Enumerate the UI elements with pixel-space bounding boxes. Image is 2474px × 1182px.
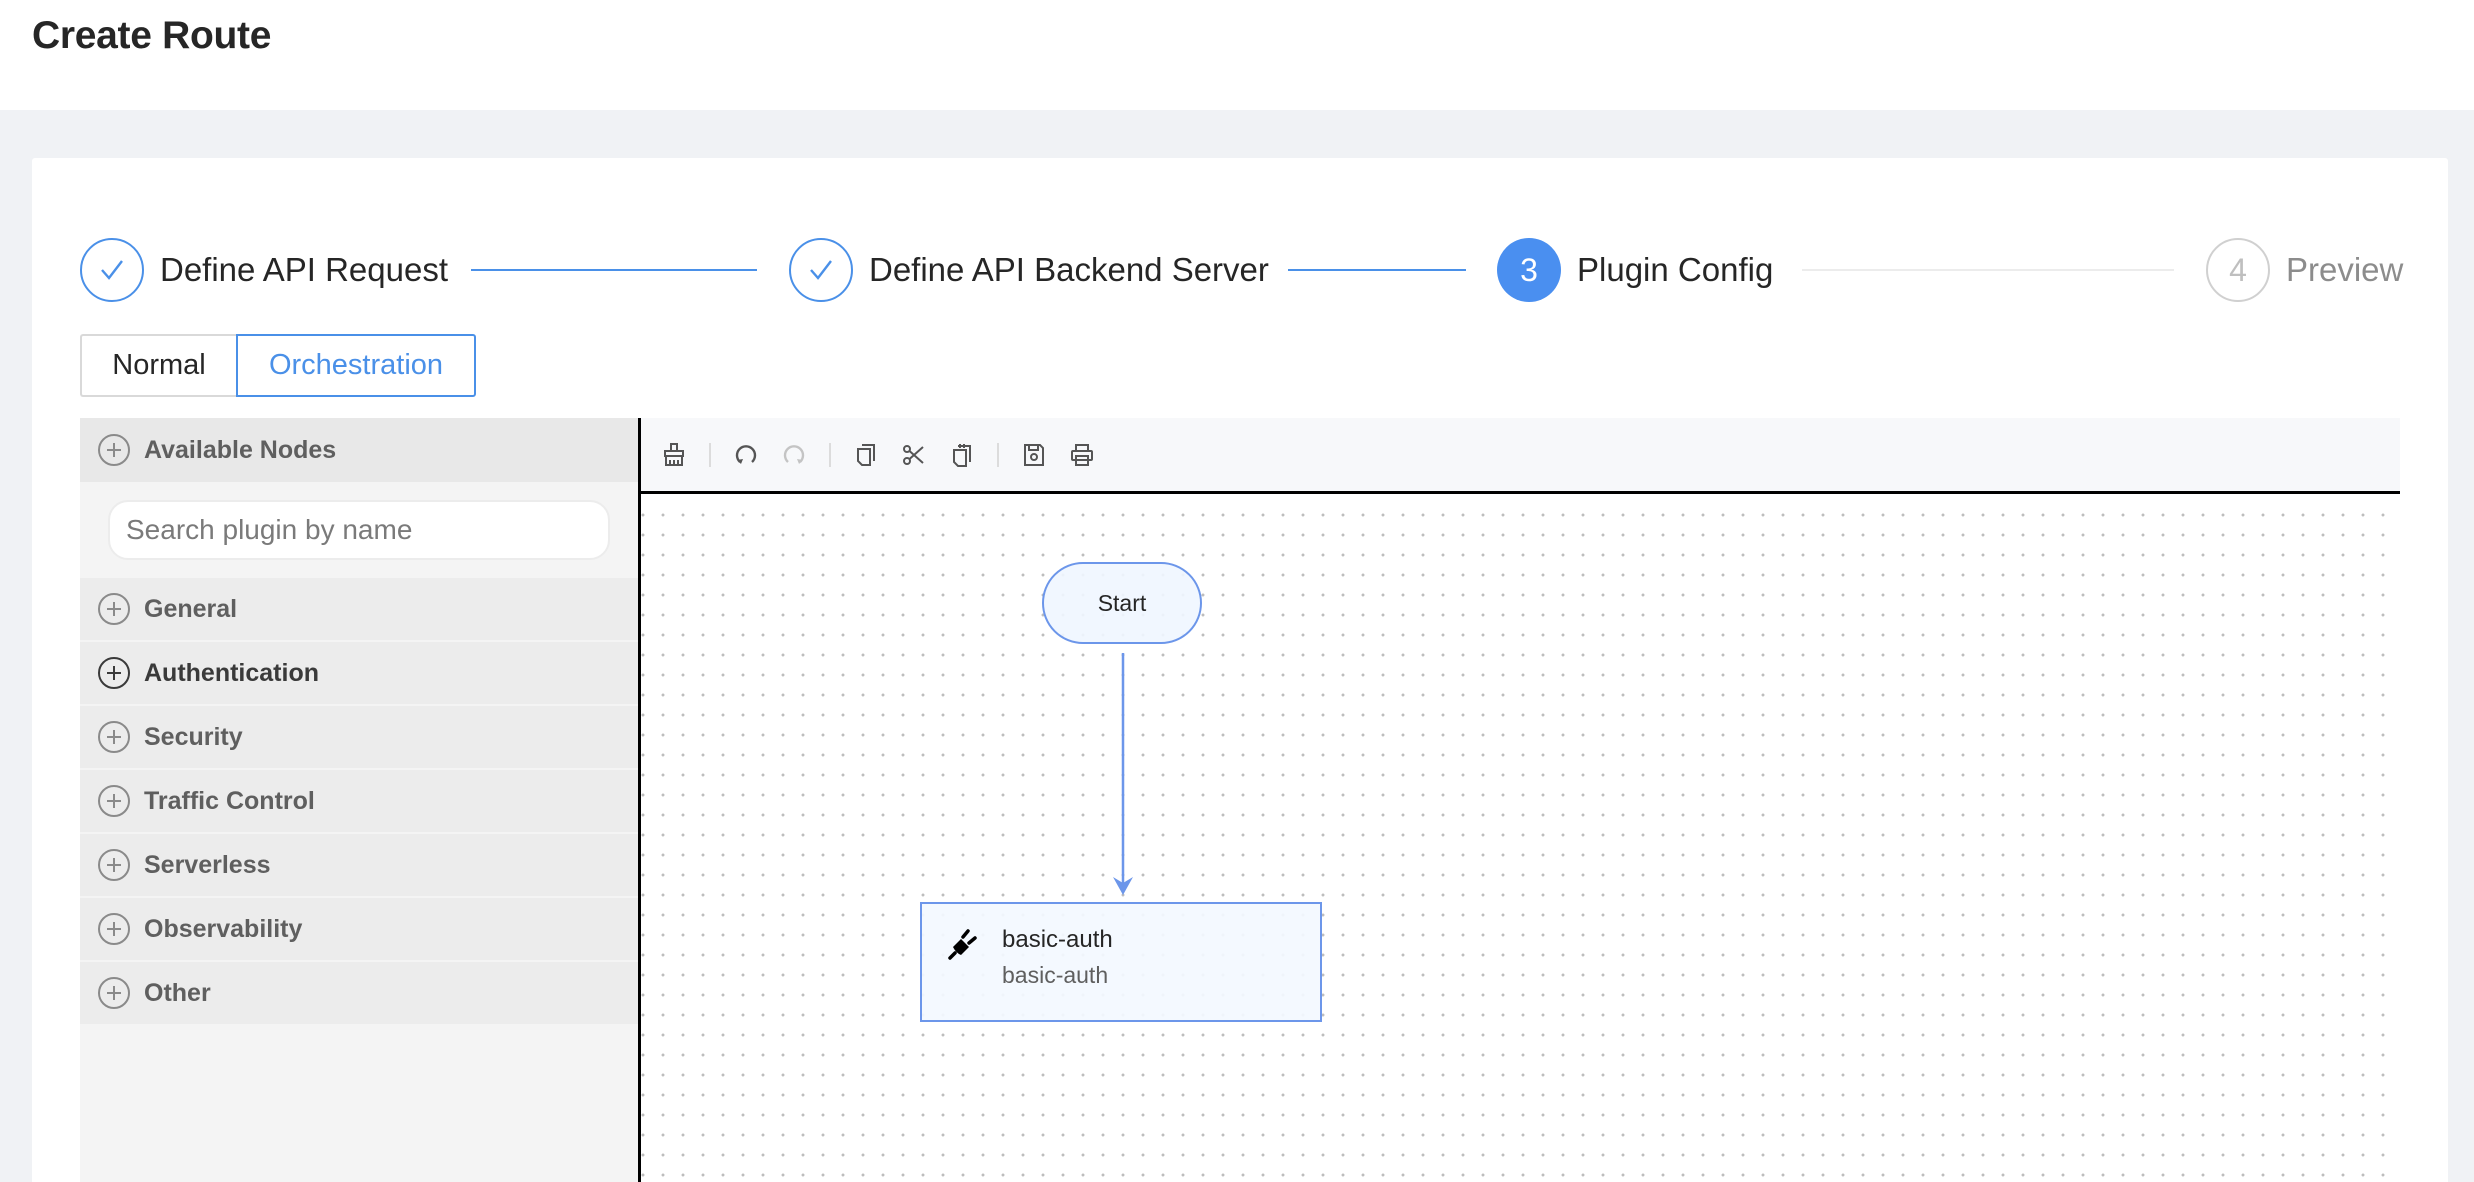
mode-orchestration-button[interactable]: Orchestration (236, 334, 476, 397)
step-connector (1288, 269, 1466, 271)
category-label: Serverless (144, 850, 271, 879)
clear-button[interactable] (657, 438, 691, 472)
step-connector (471, 269, 757, 271)
step-connector (1802, 269, 2174, 271)
print-button[interactable] (1065, 438, 1099, 472)
mode-normal-button[interactable]: Normal (80, 334, 236, 397)
step-number: 4 (2206, 238, 2270, 302)
page-title: Create Route (32, 14, 272, 57)
category-observability[interactable]: Observability (80, 898, 638, 960)
toolbar-divider (829, 442, 831, 467)
undo-icon (735, 444, 757, 464)
category-label: Other (144, 978, 211, 1007)
toolbar-divider (997, 442, 999, 467)
paste-icon (953, 443, 971, 467)
category-label: Traffic Control (144, 786, 315, 815)
page-header: Create Route (0, 0, 2474, 110)
flow-canvas[interactable]: Start basic-auth basic-auth (641, 497, 2400, 1182)
arrow-head-icon (1113, 877, 1133, 895)
category-authentication[interactable]: Authentication (80, 642, 638, 704)
paste-button[interactable] (945, 438, 979, 472)
check-icon (789, 238, 853, 302)
save-button[interactable] (1017, 438, 1051, 472)
check-icon (80, 238, 144, 302)
available-nodes-header[interactable]: Available Nodes (80, 418, 638, 482)
editor-toolbar (641, 418, 2400, 494)
step-title: Define API Request (160, 251, 449, 288)
step-title: Plugin Config (1577, 251, 1774, 288)
category-label: Security (144, 722, 243, 751)
edge-start-to-basic-auth (1113, 653, 1133, 895)
plus-circle-icon (98, 913, 130, 945)
step-plugin-config: 3 Plugin Config (1497, 238, 1773, 302)
step-number: 3 (1497, 238, 1561, 302)
redo-button[interactable] (777, 438, 811, 472)
category-general[interactable]: General (80, 578, 638, 640)
flow-editor: Start basic-auth basic-auth (638, 418, 2400, 1182)
redo-icon (783, 444, 805, 464)
plugin-node-basic-auth[interactable]: basic-auth basic-auth (920, 902, 1322, 1022)
plus-circle-icon (98, 657, 130, 689)
available-nodes-label: Available Nodes (144, 435, 337, 464)
plus-circle-icon (98, 721, 130, 753)
broom-icon (664, 442, 684, 466)
category-serverless[interactable]: Serverless (80, 834, 638, 896)
category-security[interactable]: Security (80, 706, 638, 768)
plus-circle-icon (98, 977, 130, 1009)
plugin-search-input[interactable] (108, 500, 610, 560)
cut-button[interactable] (897, 438, 931, 472)
step-title: Define API Backend Server (869, 251, 1269, 288)
plus-circle-icon (98, 434, 130, 466)
step-define-api-request: Define API Request (80, 238, 448, 302)
available-nodes-panel: Available Nodes General Authentication S… (80, 418, 638, 1182)
plus-circle-icon (98, 849, 130, 881)
category-label: Authentication (144, 658, 319, 687)
save-icon (1024, 443, 1044, 466)
start-node[interactable]: Start (1042, 562, 1202, 644)
step-title: Preview (2286, 251, 2404, 288)
toolbar-divider (709, 442, 711, 467)
plugin-node-subtitle: basic-auth (1002, 962, 1109, 988)
step-define-api-backend-server: Define API Backend Server (789, 238, 1269, 302)
category-other[interactable]: Other (80, 962, 638, 1024)
undo-button[interactable] (729, 438, 763, 472)
step-preview: 4 Preview (2206, 238, 2403, 302)
plus-circle-icon (98, 593, 130, 625)
mode-radio-group: Normal Orchestration (80, 334, 476, 397)
search-container (80, 482, 638, 578)
category-label: Observability (144, 914, 303, 943)
printer-icon (1071, 443, 1093, 466)
category-traffic-control[interactable]: Traffic Control (80, 770, 638, 832)
plug-icon (948, 929, 977, 960)
copy-button[interactable] (849, 438, 883, 472)
category-label: General (144, 594, 238, 623)
plugin-node-title: basic-auth (1002, 926, 1113, 953)
scissors-icon (903, 444, 924, 465)
plus-circle-icon (98, 785, 130, 817)
copy-icon (857, 443, 875, 466)
